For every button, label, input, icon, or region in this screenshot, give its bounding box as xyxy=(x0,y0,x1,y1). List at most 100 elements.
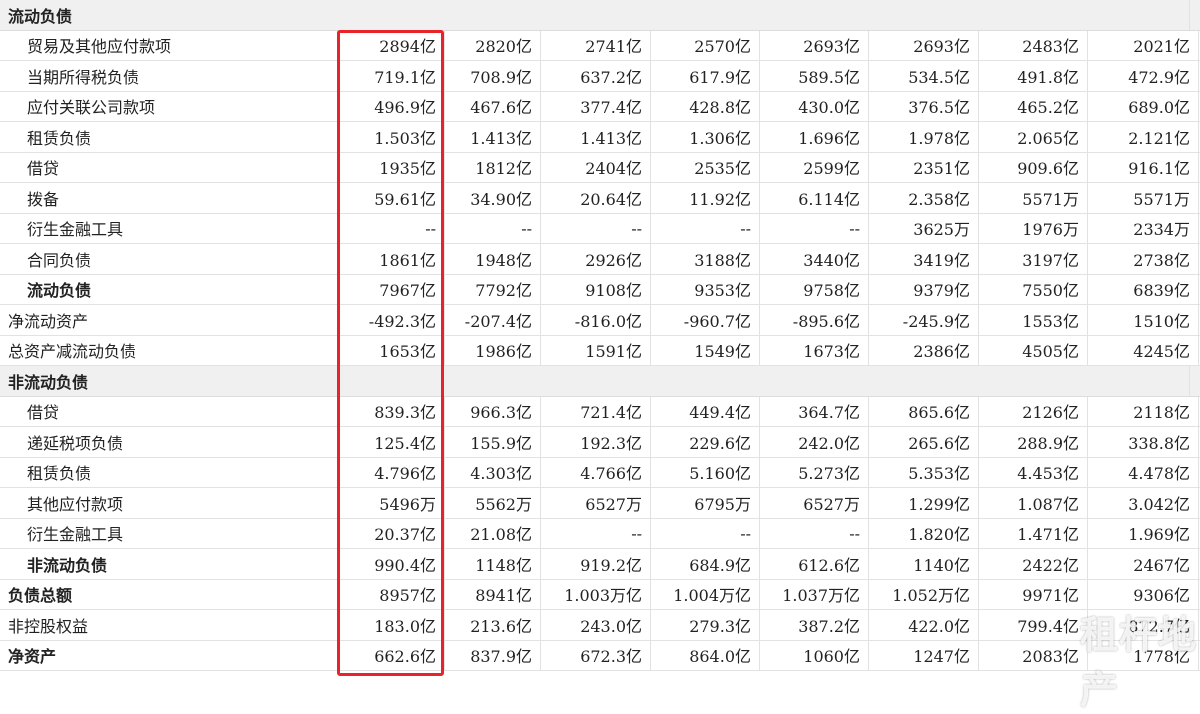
cell: 7550亿 xyxy=(979,274,1088,304)
table-row: 贸易及其他应付款项 2894亿 2820亿 2741亿 2570亿 2693亿 … xyxy=(0,30,1200,61)
cell: 909.6亿 xyxy=(979,152,1088,182)
cell: 449.4亿 xyxy=(651,396,760,426)
cell: 2483亿 xyxy=(979,30,1088,60)
cell: 3440亿 xyxy=(760,244,869,274)
cell: 2334万 xyxy=(1088,213,1199,243)
cell: 2126亿 xyxy=(979,396,1088,426)
cell: 1673亿 xyxy=(760,335,869,365)
cell: 387.2亿 xyxy=(760,610,869,640)
cell: 684.9亿 xyxy=(651,549,760,579)
cell: 872.7亿 xyxy=(1088,610,1199,640)
cell: 4.796亿 xyxy=(338,457,445,487)
cell: -- xyxy=(541,518,651,548)
cell: 1553亿 xyxy=(979,305,1088,335)
cell: 2894亿 xyxy=(338,30,445,60)
row-label: 其他应付款项 xyxy=(0,488,338,518)
cell: 3625万 xyxy=(869,213,979,243)
cell: 2.358亿 xyxy=(869,183,979,213)
cell: 4.453亿 xyxy=(979,457,1088,487)
cell: 4.478亿 xyxy=(1088,457,1199,487)
total-row: 负债总额 8957亿 8941亿 1.003万亿 1.004万亿 1.037万亿… xyxy=(0,579,1200,610)
cell: 9758亿 xyxy=(760,274,869,304)
table-row: 借贷 839.3亿 966.3亿 721.4亿 449.4亿 364.7亿 86… xyxy=(0,396,1200,427)
cell: 338.8亿 xyxy=(1088,427,1199,457)
cell: 1.978亿 xyxy=(869,122,979,152)
cell: 2.065亿 xyxy=(979,122,1088,152)
table-row: 总资产减流动负债 1653亿 1986亿 1591亿 1549亿 1673亿 2… xyxy=(0,335,1200,366)
cell: 799.4亿 xyxy=(979,610,1088,640)
row-label: 净资产 xyxy=(0,640,338,670)
cell: 2351亿 xyxy=(869,152,979,182)
cell: 2535亿 xyxy=(651,152,760,182)
cell: -- xyxy=(651,518,760,548)
cell: 1861亿 xyxy=(338,244,445,274)
cell: 2404亿 xyxy=(541,152,651,182)
cell: 4.303亿 xyxy=(445,457,541,487)
cell: 637.2亿 xyxy=(541,61,651,91)
cell: -960.7亿 xyxy=(651,305,760,335)
cell: 1.004万亿 xyxy=(651,579,760,609)
cell: 2570亿 xyxy=(651,30,760,60)
cell: 2118亿 xyxy=(1088,396,1199,426)
cell: -- xyxy=(760,213,869,243)
cell: 1.696亿 xyxy=(760,122,869,152)
cell: 2693亿 xyxy=(760,30,869,60)
cell: 612.6亿 xyxy=(760,549,869,579)
cell: 20.64亿 xyxy=(541,183,651,213)
cell: 2386亿 xyxy=(869,335,979,365)
cell: 1935亿 xyxy=(338,152,445,182)
cell: 1.306亿 xyxy=(651,122,760,152)
cell: 9971亿 xyxy=(979,579,1088,609)
cell: 7792亿 xyxy=(445,274,541,304)
cell: 1.037万亿 xyxy=(760,579,869,609)
cell: -895.6亿 xyxy=(760,305,869,335)
cell: 5.353亿 xyxy=(869,457,979,487)
row-label: 租赁负债 xyxy=(0,122,338,152)
cell: 617.9亿 xyxy=(651,61,760,91)
section-header-current: 流动负债 xyxy=(0,0,1200,31)
cell: 7967亿 xyxy=(338,274,445,304)
row-label: 净流动资产 xyxy=(0,305,338,335)
cell: 6527万 xyxy=(541,488,651,518)
cell: 6839亿 xyxy=(1088,274,1199,304)
cell: 1060亿 xyxy=(760,640,869,670)
table-row: 拨备 59.61亿 34.90亿 20.64亿 11.92亿 6.114亿 2.… xyxy=(0,183,1200,214)
cell: 1653亿 xyxy=(338,335,445,365)
row-label: 衍生金融工具 xyxy=(0,518,338,548)
subtotal-row: 流动负债 7967亿 7792亿 9108亿 9353亿 9758亿 9379亿… xyxy=(0,274,1200,305)
cell: -- xyxy=(338,213,445,243)
row-label: 非控股权益 xyxy=(0,610,338,640)
cell: 1.052万亿 xyxy=(869,579,979,609)
row-label: 合同负债 xyxy=(0,244,338,274)
row-label: 借贷 xyxy=(0,152,338,182)
table-row: 衍生金融工具 20.37亿 21.08亿 -- -- -- 1.820亿 1.4… xyxy=(0,518,1200,549)
row-label: 租赁负债 xyxy=(0,457,338,487)
total-row: 净资产 662.6亿 837.9亿 672.3亿 864.0亿 1060亿 12… xyxy=(0,640,1200,671)
cell: 1.299亿 xyxy=(869,488,979,518)
cell: 491.8亿 xyxy=(979,61,1088,91)
cell: 990.4亿 xyxy=(338,549,445,579)
cell: 8941亿 xyxy=(445,579,541,609)
row-label: 应付关联公司款项 xyxy=(0,91,338,121)
cell: 689.0亿 xyxy=(1088,91,1199,121)
cell: 1976万 xyxy=(979,213,1088,243)
cell: -816.0亿 xyxy=(541,305,651,335)
cell: 2.121亿 xyxy=(1088,122,1199,152)
cell: 865.6亿 xyxy=(869,396,979,426)
cell: 2693亿 xyxy=(869,30,979,60)
cell: 11.92亿 xyxy=(651,183,760,213)
cell: 288.9亿 xyxy=(979,427,1088,457)
cell: 6527万 xyxy=(760,488,869,518)
cell: 1148亿 xyxy=(445,549,541,579)
cell: 496.9亿 xyxy=(338,91,445,121)
table-row: 借贷 1935亿 1812亿 2404亿 2535亿 2599亿 2351亿 9… xyxy=(0,152,1200,183)
cell: -- xyxy=(445,213,541,243)
cell: 589.5亿 xyxy=(760,61,869,91)
cell: 721.4亿 xyxy=(541,396,651,426)
cell: 20.37亿 xyxy=(338,518,445,548)
cell: 242.0亿 xyxy=(760,427,869,457)
cell: 1.413亿 xyxy=(541,122,651,152)
table-row: 当期所得税负债 719.1亿 708.9亿 637.2亿 617.9亿 589.… xyxy=(0,61,1200,92)
cell: 837.9亿 xyxy=(445,640,541,670)
cell: 1140亿 xyxy=(869,549,979,579)
